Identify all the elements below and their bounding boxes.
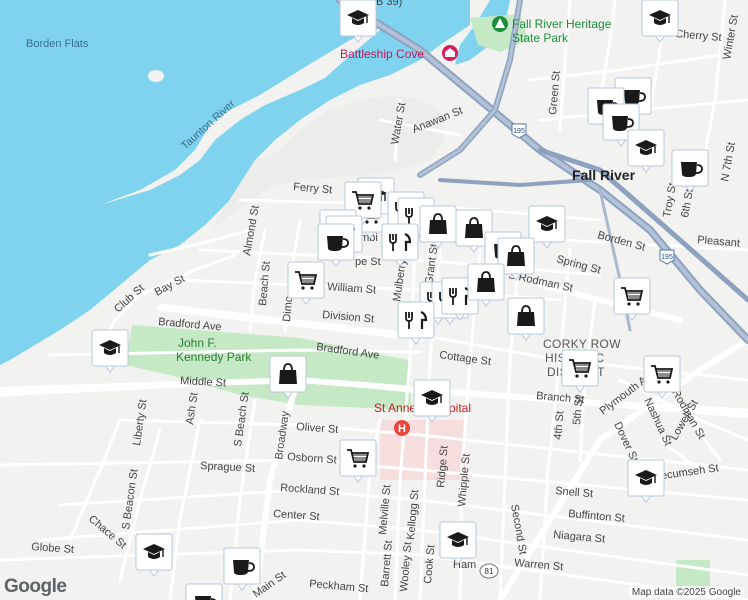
school-marker[interactable]: [135, 533, 173, 577]
svg-text:81: 81: [485, 567, 494, 576]
city-label: Fall River: [572, 167, 636, 183]
cafe-marker[interactable]: [317, 223, 355, 267]
svg-text:Battleship Cove: Battleship Cove: [340, 47, 424, 61]
svg-text:Fall River Heritage: Fall River Heritage: [512, 17, 612, 31]
route-81-shield: 81: [479, 563, 499, 579]
school-marker[interactable]: [627, 129, 665, 173]
map-attribution[interactable]: Map data ©2025 Google: [628, 587, 744, 598]
restaurant-marker[interactable]: [381, 223, 419, 267]
grocery-marker[interactable]: [287, 261, 325, 305]
school-marker[interactable]: [91, 329, 129, 373]
school-marker[interactable]: [641, 0, 679, 43]
school-marker[interactable]: [339, 0, 377, 43]
street-hope-st: pe St: [355, 256, 381, 268]
svg-text:195: 195: [513, 128, 525, 135]
school-marker[interactable]: [413, 379, 451, 423]
shopping-marker[interactable]: [467, 263, 505, 307]
svg-text:H: H: [398, 423, 406, 435]
map-canvas[interactable]: 195 195 81 Borden Flats Taunton River (B…: [0, 0, 748, 600]
shopping-marker[interactable]: [419, 205, 457, 249]
street-4th-st: 4th St: [552, 411, 566, 441]
map-svg: 195 195 81 Borden Flats Taunton River (B…: [0, 0, 748, 600]
grocery-marker[interactable]: [613, 277, 651, 321]
svg-text:State Park: State Park: [512, 31, 569, 45]
grocery-marker[interactable]: [561, 349, 599, 393]
cafe-marker[interactable]: [671, 149, 709, 193]
svg-text:195: 195: [661, 254, 673, 261]
restaurant-marker[interactable]: [397, 301, 435, 345]
borden-flats-label: Borden Flats: [26, 38, 89, 50]
district-label-1: CORKY ROW: [543, 337, 621, 351]
shopping-marker[interactable]: [507, 297, 545, 341]
svg-text:Kennedy Park: Kennedy Park: [176, 350, 252, 364]
school-marker[interactable]: [439, 521, 477, 565]
grocery-marker[interactable]: [339, 439, 377, 483]
school-marker[interactable]: [627, 459, 665, 503]
shopping-marker[interactable]: [269, 355, 307, 399]
svg-text:John F.: John F.: [178, 336, 217, 350]
street-middle-st: Middle St: [180, 375, 226, 389]
street-5th-st: 5th St: [571, 396, 585, 426]
cafe-marker[interactable]: [185, 583, 223, 600]
street-dimon-st: Dimo: [281, 296, 295, 323]
cafe-marker[interactable]: [223, 547, 261, 591]
google-logo: Google: [4, 576, 67, 597]
grocery-marker[interactable]: [643, 355, 681, 399]
